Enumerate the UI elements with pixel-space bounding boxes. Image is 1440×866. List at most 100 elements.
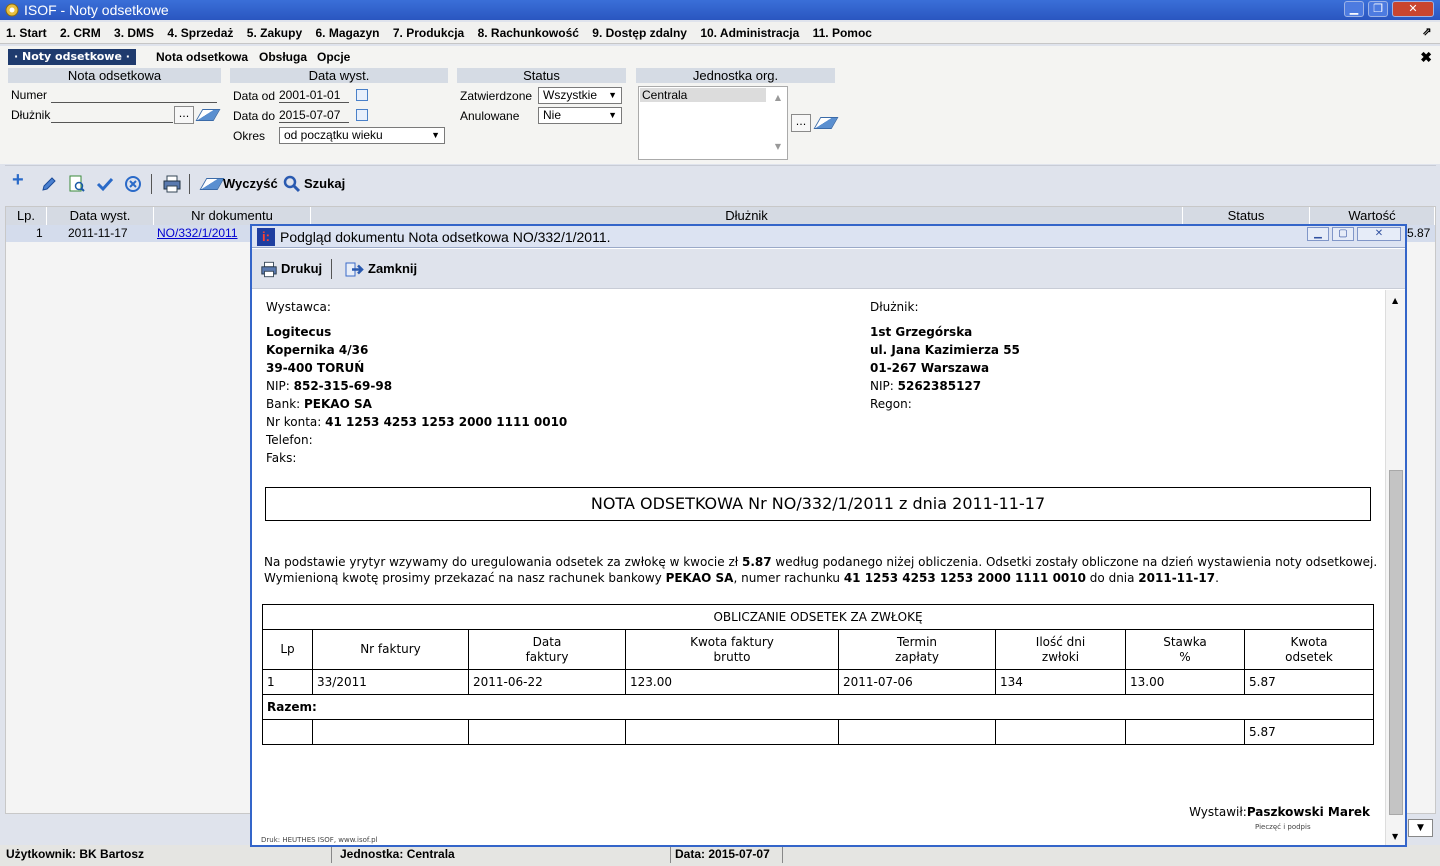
approve-icon[interactable] — [96, 176, 114, 192]
jednostka-item[interactable]: Centrala — [640, 88, 766, 102]
close-button[interactable]: Zamknij — [368, 260, 417, 278]
clear-button[interactable]: Wyczyść — [223, 175, 278, 193]
calc-total-value: 5.87 — [1244, 719, 1374, 745]
print-icon[interactable] — [260, 261, 278, 278]
calc-header-kwota-odsetek-l1: Kwota — [1290, 634, 1328, 649]
col-dluznik[interactable]: Dłużnik — [311, 207, 1183, 225]
menu-sprzedaz[interactable]: 4. Sprzedaż — [167, 22, 233, 44]
calc-header-kwota-faktury-l2: brutto — [713, 649, 751, 664]
row-doc-link[interactable]: NO/332/1/2011 — [157, 226, 238, 240]
para2-text-c: do dnia — [1085, 571, 1139, 585]
menu-pomoc[interactable]: 11. Pomoc — [813, 22, 872, 44]
data-od-input[interactable]: 2001-01-01 — [279, 88, 349, 103]
para2-date: 2011-11-17 — [1138, 571, 1216, 585]
menu-administracja[interactable]: 10. Administracja — [700, 22, 799, 44]
add-icon[interactable]: + — [12, 170, 24, 190]
col-nr-dokumentu[interactable]: Nr dokumentu — [154, 207, 311, 225]
issuer-fax-label: Faks: — [266, 451, 297, 465]
search-button[interactable]: Szukaj — [304, 175, 345, 193]
menu-crm[interactable]: 2. CRM — [60, 22, 101, 44]
close-module-icon[interactable]: ✖ — [1420, 46, 1432, 68]
dialog-minimize-icon[interactable]: ▁ — [1307, 227, 1329, 241]
col-data-wyst[interactable]: Data wyst. — [47, 207, 154, 225]
document-preview: Wystawca: Logitecus Kopernika 4/36 39-40… — [252, 290, 1385, 845]
status-bar: Użytkownik: BK Bartosz Jednostka: Centra… — [0, 845, 1440, 866]
menu-magazyn[interactable]: 6. Magazyn — [315, 22, 379, 44]
cancel-icon[interactable] — [124, 175, 142, 193]
menu-rachunkowosc[interactable]: 8. Rachunkowość — [478, 22, 579, 44]
para2-bank: PEKAO SA — [665, 571, 734, 585]
dialog-close-icon[interactable]: ✕ — [1357, 227, 1401, 241]
restore-icon[interactable]: ❐ — [1368, 1, 1388, 17]
issuer-account-label: Nr konta: — [266, 415, 322, 429]
calc-cell-data-faktury: 2011-06-22 — [468, 669, 626, 695]
document-scrollbar[interactable]: ▲ ▼ — [1385, 290, 1405, 845]
scroll-down-icon[interactable]: ▼ — [1392, 832, 1398, 841]
calendar-od-icon[interactable] — [356, 89, 368, 101]
listbox-scrollbar[interactable]: ▲ ▼ — [769, 87, 787, 159]
preview-icon[interactable] — [68, 174, 86, 194]
toolbar-separator — [151, 174, 152, 194]
dialog-maximize-icon[interactable]: ▢ — [1332, 227, 1354, 241]
dialog-title: Podgląd dokumentu Nota odsetkowa NO/332/… — [280, 229, 611, 245]
row-date: 2011-11-17 — [68, 226, 128, 240]
tab-noty-odsetkowe[interactable]: · Noty odsetkowe · — [8, 49, 136, 65]
para2-account: 41 1253 4253 1253 2000 1111 0010 — [843, 571, 1086, 585]
scroll-thumb[interactable] — [1389, 470, 1403, 815]
okres-select-value: od początku wieku — [284, 128, 383, 142]
submenu-obsluga[interactable]: Obsługa — [259, 46, 307, 68]
menu-start[interactable]: 1. Start — [6, 22, 47, 44]
jednostka-browse-button[interactable]: ... — [791, 114, 811, 132]
search-icon[interactable] — [283, 175, 301, 193]
debtor-name: 1st Grzegórska — [870, 325, 973, 339]
zatwierdzone-select[interactable]: Wszystkie ▼ — [538, 87, 622, 104]
edit-icon[interactable] — [40, 175, 58, 193]
external-window-icon[interactable]: ⇗ — [1420, 25, 1434, 39]
calc-header-data-faktury: Data faktury — [468, 629, 626, 670]
issued-by-label: Wystawił: — [1189, 805, 1247, 819]
menu-produkcja[interactable]: 7. Produkcja — [393, 22, 464, 44]
numer-input[interactable] — [51, 88, 217, 103]
calendar-do-icon[interactable] — [356, 109, 368, 121]
chevron-down-icon: ▼ — [1417, 823, 1424, 833]
exit-icon[interactable] — [345, 261, 365, 278]
menu-dms[interactable]: 3. DMS — [114, 22, 154, 44]
status-user: Użytkownik: BK Bartosz — [2, 846, 332, 863]
calc-total-row: 5.87 — [262, 719, 1374, 745]
col-lp[interactable]: Lp. — [6, 207, 47, 225]
filter-nota: Nota odsetkowa Numer Dłużnik ... — [8, 68, 221, 164]
scroll-up-icon[interactable]: ▲ — [1392, 296, 1398, 305]
window-titlebar: ISOF - Noty odsetkowe ▁ ❐ ✕ — [0, 0, 1440, 20]
print-footer: Druk: HEUTHES ISOF, www.isof.pl — [261, 836, 378, 844]
calc-header-kwota-odsetek-l2: odsetek — [1285, 649, 1333, 664]
col-wartosc[interactable]: Wartość — [1310, 207, 1435, 225]
submenu-opcje[interactable]: Opcje — [317, 46, 350, 68]
page-select[interactable]: ▼ — [1408, 819, 1433, 837]
jednostka-listbox[interactable]: Centrala ▲ ▼ — [638, 86, 788, 160]
dluznik-browse-button[interactable]: ... — [174, 106, 194, 124]
para2-text-b: , numer rachunku — [733, 571, 844, 585]
clear-icon[interactable] — [199, 178, 225, 190]
dluznik-clear-icon[interactable] — [195, 109, 221, 121]
print-icon[interactable] — [162, 175, 182, 193]
anulowane-select[interactable]: Nie ▼ — [538, 107, 622, 124]
issuer-nip: NIP: 852-315-69-98 — [266, 377, 392, 395]
okres-select[interactable]: od początku wieku ▼ — [279, 127, 445, 144]
main-menu: 1. Start 2. CRM 3. DMS 4. Sprzedaż 5. Za… — [0, 22, 1440, 44]
dluznik-input[interactable] — [51, 108, 173, 123]
chevron-down-icon: ▼ — [431, 130, 440, 140]
interest-calculation-table: OBLICZANIE ODSETEK ZA ZWŁOKĘ Lp Nr faktu… — [262, 604, 1374, 745]
debtor-city: 01-267 Warszawa — [870, 361, 990, 375]
dialog-toolbar: Drukuj Zamknij — [252, 249, 1405, 289]
issuer-phone-label: Telefon: — [266, 433, 313, 447]
menu-zakupy[interactable]: 5. Zakupy — [247, 22, 302, 44]
close-icon[interactable]: ✕ — [1392, 1, 1434, 17]
calc-header-ilosc-dni-l2: zwłoki — [1041, 649, 1080, 664]
data-do-input[interactable]: 2015-07-07 — [279, 108, 349, 123]
menu-dostep-zdalny[interactable]: 9. Dostęp zdalny — [592, 22, 687, 44]
issuer-bank: Bank: PEKAO SA — [266, 395, 372, 413]
print-button[interactable]: Drukuj — [281, 260, 322, 278]
submenu-nota-odsetkowa[interactable]: Nota odsetkowa — [156, 46, 248, 68]
col-status[interactable]: Status — [1183, 207, 1310, 225]
minimize-icon[interactable]: ▁ — [1344, 1, 1364, 17]
